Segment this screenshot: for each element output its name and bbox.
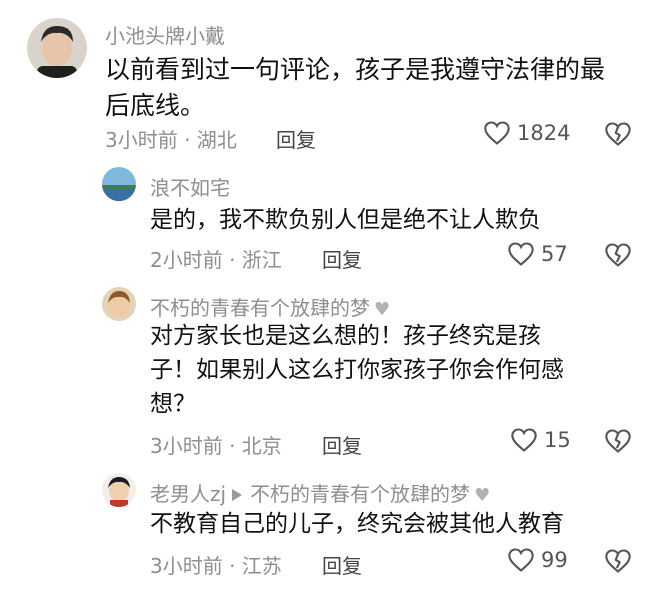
like-button[interactable]: 99 [507,547,568,573]
avatar-image [27,18,87,78]
heart-icon [511,428,537,452]
like-count: 1824 [517,121,571,145]
avatar[interactable] [102,473,136,507]
avatar-image [102,287,136,321]
heart-icon [508,548,534,572]
reply-text: 对方家长也是这么想的！孩子终究是孩 子！如果别人这么打你家孩子你会作何感 想？ [150,319,564,421]
reply-time-location: 3小时前 · 北京 [150,434,282,458]
reply-text-line: 是的，我不欺负别人但是绝不让人欺负 [150,207,541,233]
avatar-image [102,473,136,507]
reply-author[interactable]: 浪不如宅 [150,172,230,201]
dislike-button[interactable] [604,242,632,272]
reply-text: 是的，我不欺负别人但是绝不让人欺负 [150,203,541,237]
comment-text-line: 后底线。 [105,91,206,120]
broken-heart-icon [605,122,631,146]
avatar-image [102,167,136,201]
reply-author-name: 不朽的青春有个放肆的梦 [150,296,370,320]
heart-badge-icon: ♥ [474,485,491,506]
dislike-button[interactable] [604,121,632,151]
avatar[interactable] [27,18,87,78]
like-count: 15 [544,428,571,452]
comment-time-location: 3小时前 · 湖北 [105,128,237,152]
like-count: 99 [541,548,568,572]
heart-icon [484,121,510,145]
broken-heart-icon [605,429,631,453]
reply-text-line: 对方家长也是这么想的！孩子终究是孩 [150,323,541,349]
dislike-button[interactable] [604,428,632,458]
reply-author[interactable]: 不朽的青春有个放肆的梦 ♥ [150,292,390,321]
reply-button[interactable]: 回复 [322,244,362,273]
heart-icon [508,242,534,266]
reply-time-location: 3小时前 · 江苏 [150,554,282,578]
reply-text-line: 子！如果别人这么打你家孩子你会作何感 [150,357,564,383]
dislike-button[interactable] [604,548,632,578]
reply-arrow-icon [232,488,243,501]
like-count: 57 [541,242,568,266]
reply-button[interactable]: 回复 [276,124,316,153]
heart-badge-icon: ♥ [374,299,391,320]
reply-button[interactable]: 回复 [322,550,362,579]
broken-heart-icon [605,549,631,573]
reply-author[interactable]: 老男人zj 不朽的青春有个放肆的梦 ♥ [150,478,490,507]
comment-author[interactable]: 小池头牌小戴 [105,20,225,49]
reply-text-line: 想？ [150,391,196,417]
avatar[interactable] [102,287,136,321]
like-button[interactable]: 57 [507,241,568,267]
reply-button[interactable]: 回复 [322,430,362,459]
reply-to-name[interactable]: 不朽的青春有个放肆的梦 [250,482,470,506]
reply-author-name: 老男人zj [150,482,227,506]
comment-text: 以前看到过一句评论，孩子是我遵守法律的最 后底线。 [105,52,605,124]
like-button[interactable]: 1824 [483,120,570,146]
reply-text-line: 不教育自己的儿子，终究会被其他人教育 [150,511,564,537]
comment-text-line: 以前看到过一句评论，孩子是我遵守法律的最 [105,55,606,84]
reply-time-location: 2小时前 · 浙江 [150,248,282,272]
reply-text: 不教育自己的儿子，终究会被其他人教育 [150,507,564,541]
like-button[interactable]: 15 [510,427,571,453]
broken-heart-icon [605,243,631,267]
avatar[interactable] [102,167,136,201]
